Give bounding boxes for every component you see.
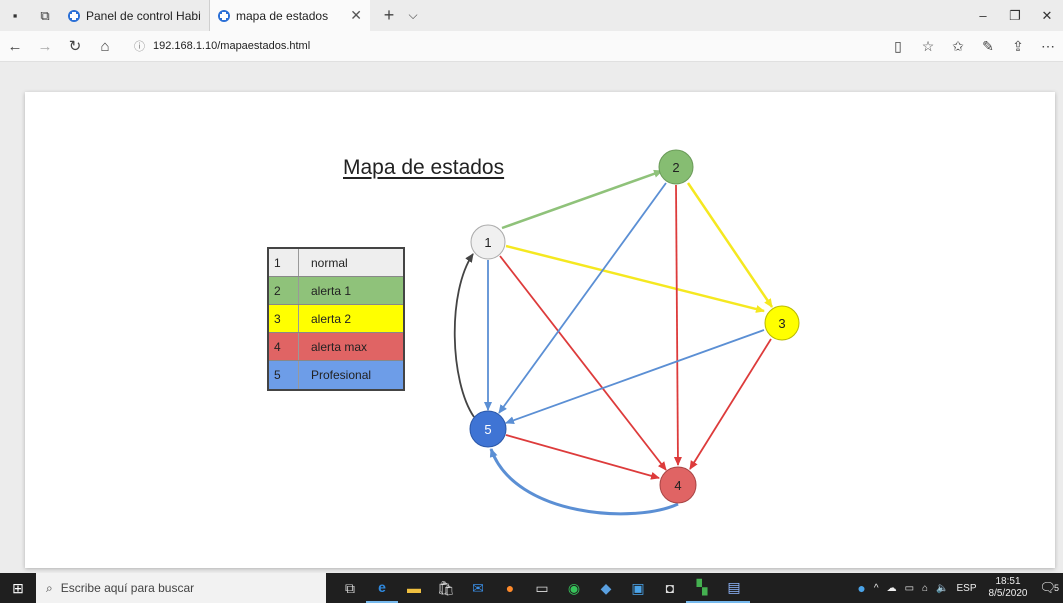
battery-icon[interactable]: ▭ [901,583,918,594]
app-icon[interactable]: ◆ [590,573,622,603]
favorite-star-icon[interactable]: ☆ [913,38,943,55]
tab-actions-icon[interactable]: ▪ [0,0,30,31]
close-window-icon[interactable]: ✕ [1031,0,1063,31]
volume-icon[interactable]: 🔈 [932,583,952,594]
taskbar-search[interactable]: ⌕ Escribe aquí para buscar [36,573,326,603]
windows-start-icon[interactable]: ⊞ [0,573,36,603]
restore-icon[interactable]: ❐ [999,0,1031,31]
tab-bar: ▪ ⧉ Panel de control Habitacion mapa de … [0,0,1063,31]
tab-preview-icon[interactable]: ⧉ [30,0,60,31]
help-icon[interactable]: ● [853,580,869,596]
tab-mapa-estados[interactable]: mapa de estados ✕ [210,0,370,31]
url-text: 192.168.1.10/mapaestados.html [153,40,311,52]
tab-label: Panel de control Habitacion [86,8,201,23]
store-icon[interactable]: 🛍 [430,573,462,603]
clock[interactable]: 18:51 8/5/2020 [981,576,1036,600]
task-view-icon[interactable]: ⧉ [334,573,366,603]
edge-browser-icon[interactable]: e [366,573,398,603]
taskbar: ⊞ ⌕ Escribe aquí para buscar ⧉ e ▬ 🛍 ✉ ●… [0,573,1063,603]
language-indicator[interactable]: ESP [953,583,981,594]
window-controls: – ❐ ✕ [967,0,1063,31]
taskbar-apps: ⧉ e ▬ 🛍 ✉ ● ▭ ◉ ◆ ▣ ◘ ▚ ▤ [334,573,750,603]
edge-4-to-5-curve [489,448,679,516]
tab-panel-control[interactable]: Panel de control Habitacion [60,0,210,31]
minimize-icon[interactable]: – [967,0,999,31]
back-icon[interactable]: ← [0,38,30,55]
tab-label: mapa de estados [236,8,329,23]
chevron-up-icon[interactable]: ^ [870,583,883,594]
new-tab-icon[interactable]: + [376,5,402,26]
share-icon[interactable]: ⇪ [1003,38,1033,55]
close-tab-icon[interactable]: ✕ [350,7,362,24]
more-icon[interactable]: ⋯ [1033,38,1063,55]
pen-notes-icon[interactable]: ✎ [973,38,1003,55]
page-content: Mapa de estados 1 normal 2 alerta 1 3 al… [25,92,1055,568]
address-bar: ← → ↻ ⌂ ⓘ 192.168.1.10/mapaestados.html … [0,31,1063,62]
state-node-2: 2 [658,149,694,185]
app-icon[interactable]: ▣ [622,573,654,603]
state-graph: 1 2 3 4 5 [453,149,800,516]
app-icon[interactable]: ▚ [686,573,718,603]
state-node-3: 3 [764,305,800,341]
app-icon[interactable]: ◘ [654,573,686,603]
edge-5-to-1-curve [453,253,475,418]
node-label: 3 [778,316,785,331]
file-explorer-icon[interactable]: ▬ [398,573,430,603]
forward-icon[interactable]: → [30,38,60,55]
clock-time: 18:51 [995,576,1021,587]
node-label: 5 [484,422,491,437]
edge-2-to-5 [498,182,667,414]
search-placeholder: Escribe aquí para buscar [60,581,195,595]
search-icon: ⌕ [46,580,53,595]
edge-2-to-4 [673,184,682,466]
node-label: 4 [674,478,681,493]
node-label: 2 [672,160,679,175]
state-node-4: 4 [659,466,697,504]
reading-view-icon[interactable]: ▯ [883,38,913,55]
state-node-1: 1 [470,224,506,260]
site-favicon-icon [68,9,80,22]
network-icon[interactable]: ⌂ [918,583,932,594]
address-bar-actions: ▯ ☆ ✩ ✎ ⇪ ⋯ [883,31,1063,61]
cloud-icon[interactable]: ☁ [883,583,901,594]
favorites-list-icon[interactable]: ✩ [943,38,973,55]
edge-1-to-3 [505,244,765,313]
node-label: 1 [484,235,491,250]
firefox-icon[interactable]: ● [494,573,526,603]
home-icon[interactable]: ⌂ [90,38,120,55]
edge-2-to-3 [686,182,774,308]
edge-3-to-5 [505,329,765,425]
whatsapp-icon[interactable]: ◉ [558,573,590,603]
edge-1-to-4 [499,255,667,471]
terminal-icon[interactable]: ▭ [526,573,558,603]
edge-5-to-4 [505,434,660,480]
system-tray: ● ^ ☁ ▭ ⌂ 🔈 ESP 18:51 8/5/2020 🗨 5 [853,573,1063,603]
edge-1-to-2 [501,169,663,230]
edge-3-to-4 [689,338,772,470]
mail-icon[interactable]: ✉ [462,573,494,603]
site-favicon-icon [218,9,230,22]
info-icon[interactable]: ⓘ [134,38,145,54]
url-field[interactable]: ⓘ 192.168.1.10/mapaestados.html [126,35,924,57]
refresh-icon[interactable]: ↻ [60,37,90,55]
notifications-count: 5 [1053,583,1059,593]
app-icon[interactable]: ▤ [718,573,750,603]
clock-date: 8/5/2020 [988,588,1028,599]
chevron-down-icon[interactable]: ⌵ [402,8,424,23]
state-node-5: 5 [469,410,507,448]
